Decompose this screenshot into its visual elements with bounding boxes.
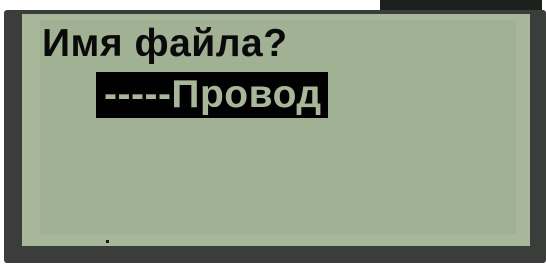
bezel-edge (380, 0, 542, 10)
filename-input[interactable]: -----Провод (96, 72, 328, 118)
screen-speck (106, 240, 109, 243)
filename-prompt: Имя файла? (42, 22, 288, 65)
